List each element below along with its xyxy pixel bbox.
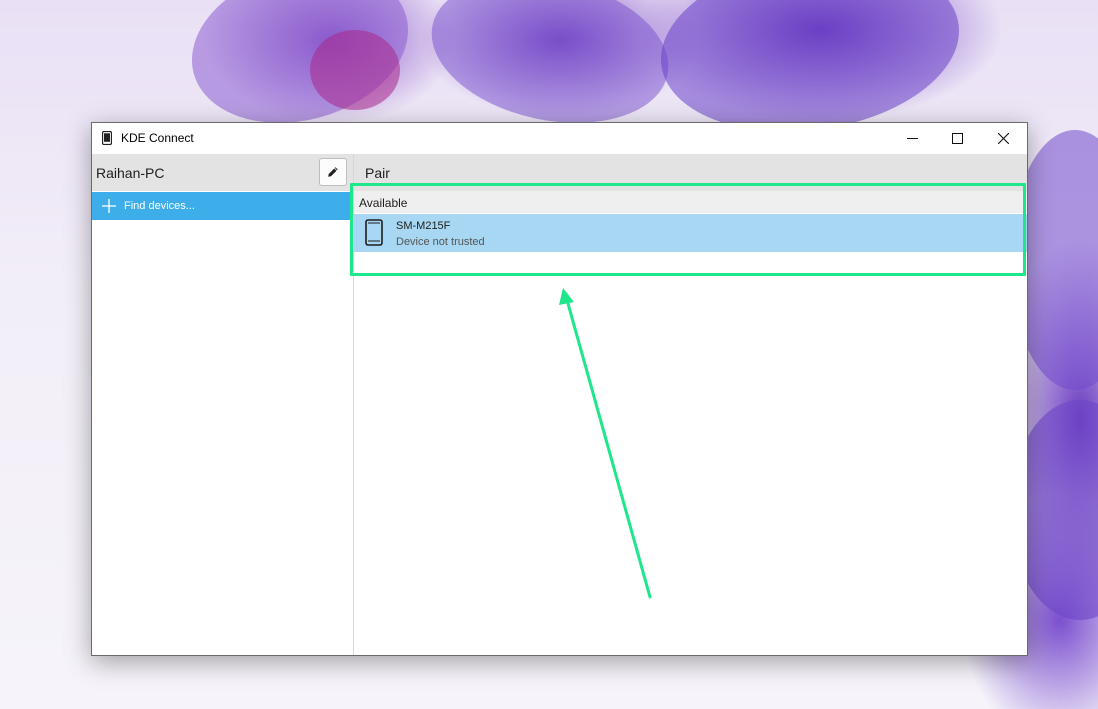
device-status: Device not trusted: [396, 236, 485, 248]
phone-icon: [102, 131, 112, 145]
available-section-header: Available: [354, 191, 1027, 213]
minimize-icon: [906, 138, 918, 139]
window-title: KDE Connect: [121, 131, 194, 145]
plus-icon: [102, 199, 116, 213]
find-devices-item[interactable]: Find devices...: [92, 192, 353, 220]
sidebar-header: Raihan-PC: [92, 154, 353, 191]
device-name: SM-M215F: [396, 220, 451, 232]
edit-name-button[interactable]: [319, 158, 347, 186]
find-devices-label: Find devices...: [124, 200, 195, 212]
smartphone-icon: [365, 219, 383, 246]
pc-name-label: Raihan-PC: [96, 165, 165, 181]
close-icon: [997, 133, 1009, 144]
pair-title: Pair: [365, 165, 390, 181]
title-bar[interactable]: KDE Connect: [92, 123, 1027, 154]
device-list-item[interactable]: SM-M215F Device not trusted: [354, 214, 1027, 252]
minimize-button[interactable]: [889, 123, 935, 154]
device-sidebar: Raihan-PC Find devices...: [92, 154, 354, 655]
available-label: Available: [359, 196, 408, 210]
pair-header: Pair: [354, 154, 1027, 191]
close-button[interactable]: [980, 123, 1026, 154]
maximize-icon: [951, 133, 963, 144]
kde-connect-window: KDE Connect Raihan-PC Find devices... Pa…: [91, 122, 1028, 656]
pair-panel: Pair Available SM-M215F Device not trust…: [354, 154, 1027, 655]
pencil-icon: [328, 167, 338, 177]
wallpaper-flower-center: [310, 30, 400, 110]
maximize-button[interactable]: [934, 123, 980, 154]
